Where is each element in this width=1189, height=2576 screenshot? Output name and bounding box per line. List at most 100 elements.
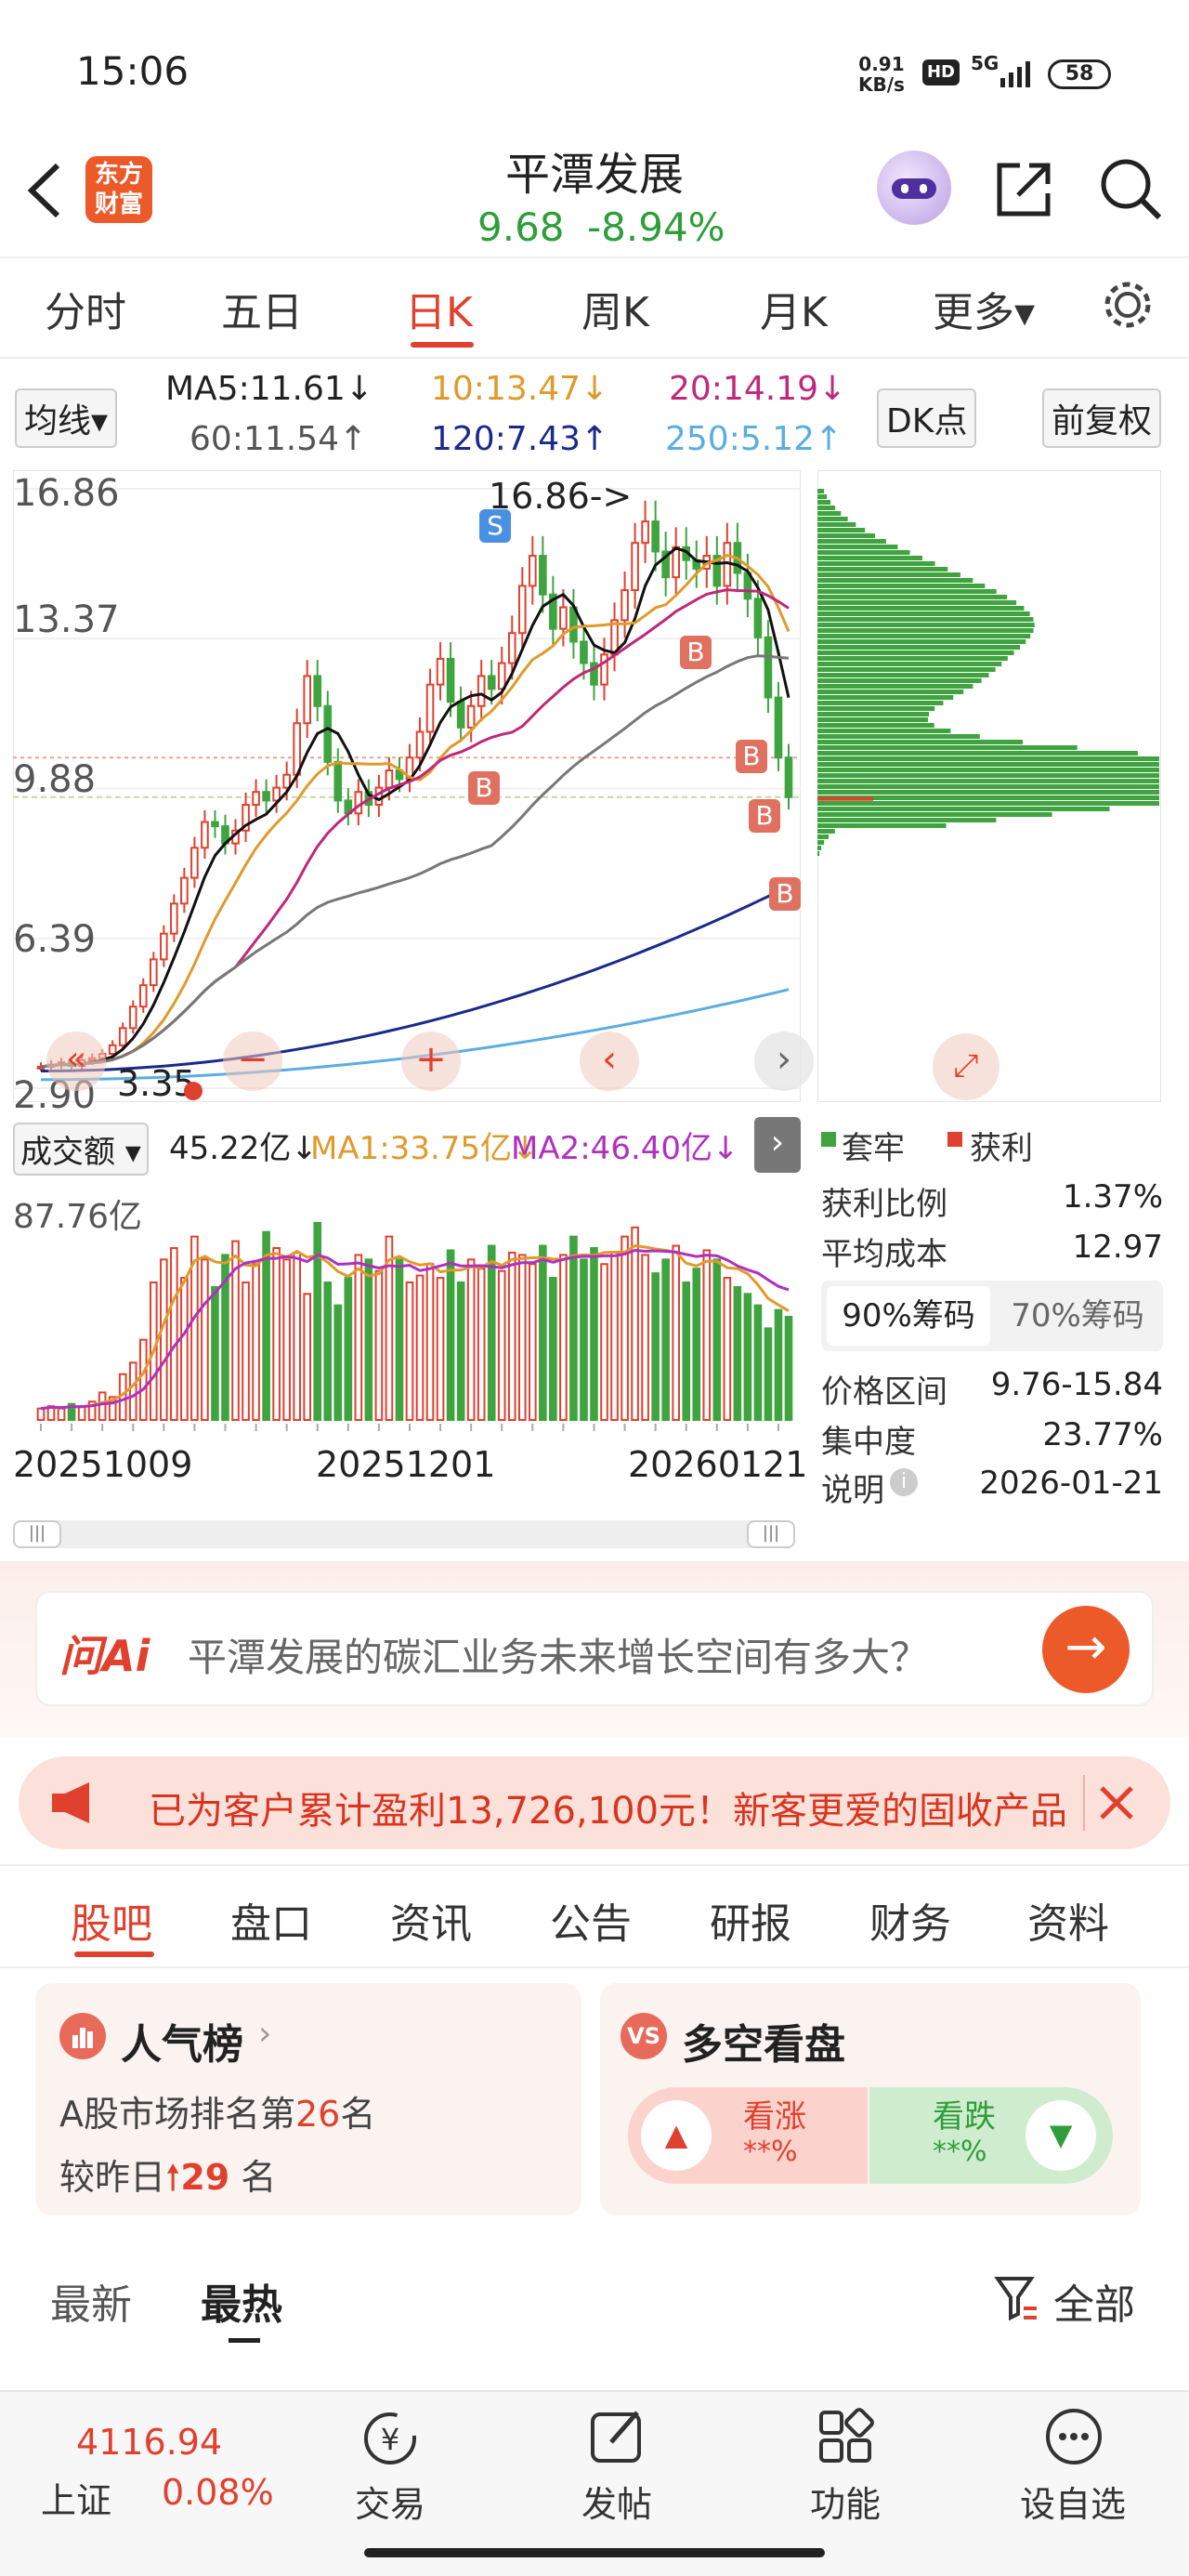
low-marker xyxy=(184,1082,203,1100)
chip-bar xyxy=(817,578,973,583)
volume-bar xyxy=(487,1244,496,1421)
note-label: 说明 xyxy=(821,1472,884,1509)
trade-yen-icon[interactable]: ¥ xyxy=(359,2407,424,2472)
volume-selector[interactable]: 成交额 ▾ xyxy=(13,1123,149,1176)
ma250-label: 250:5.12↑ xyxy=(665,420,843,458)
volume-bar xyxy=(661,1258,670,1422)
search-icon[interactable] xyxy=(1096,154,1165,223)
adjust-button[interactable]: 前复权 xyxy=(1042,388,1162,448)
features-grid-icon[interactable] xyxy=(814,2405,879,2470)
nav-features[interactable]: 功能 xyxy=(810,2476,881,2527)
ma-selector[interactable]: 均线▾ xyxy=(15,388,118,448)
info-icon[interactable]: i xyxy=(890,1468,918,1496)
chip-bar xyxy=(817,812,1052,817)
battery-icon: 58 xyxy=(1048,59,1111,89)
index-value[interactable]: 4116.94 xyxy=(76,2422,222,2463)
volume-bar xyxy=(712,1258,722,1422)
index-name[interactable]: 上证 xyxy=(41,2472,111,2523)
buy-signal-marker[interactable]: B xyxy=(769,877,801,911)
volume-bar xyxy=(364,1258,373,1422)
range-handle-left[interactable]: ||| xyxy=(13,1520,61,1548)
volume-bar xyxy=(323,1281,333,1421)
signal-label: 5G xyxy=(971,52,1000,74)
share-icon[interactable] xyxy=(992,156,1057,221)
tab-finance[interactable]: 财务 xyxy=(869,1890,951,1950)
filter-icon[interactable] xyxy=(994,2273,1039,2323)
buy-signal-marker[interactable]: B xyxy=(680,636,712,669)
tab-70-percent[interactable]: 70%筹码 xyxy=(996,1286,1159,1346)
scroll-left-icon[interactable]: ‹ xyxy=(580,1032,639,1091)
dk-point-button[interactable]: DK点 xyxy=(877,388,977,448)
tab-profile[interactable]: 资料 xyxy=(1027,1890,1109,1950)
volume-bar xyxy=(580,1258,588,1422)
tab-intraday[interactable]: 分时 xyxy=(45,279,126,338)
legend-profit-swatch xyxy=(947,1132,962,1147)
chip-distribution-chart[interactable] xyxy=(817,470,1161,1102)
candle-body xyxy=(753,598,763,638)
settings-gear-icon[interactable] xyxy=(1100,277,1156,333)
tab-90-percent[interactable]: 90%筹码 xyxy=(827,1286,990,1346)
candle-body xyxy=(651,520,660,553)
date-label-3: 20260121 xyxy=(628,1444,808,1485)
candle-body xyxy=(529,555,537,587)
tab-more[interactable]: 更多▾ xyxy=(933,279,1035,338)
ai-robot-icon[interactable] xyxy=(877,151,951,225)
ai-submit-arrow-icon[interactable]: → xyxy=(1042,1606,1130,1693)
range-handle-right[interactable]: ||| xyxy=(747,1520,795,1548)
tab-research[interactable]: 研报 xyxy=(710,1890,791,1950)
scroll-left-fast-icon[interactable]: « xyxy=(46,1032,106,1091)
volume-bar xyxy=(138,1338,148,1422)
volume-bar xyxy=(539,1244,547,1421)
zoom-in-icon[interactable]: + xyxy=(401,1032,461,1091)
tab-five-day[interactable]: 五日 xyxy=(221,279,303,338)
chip-bar xyxy=(817,779,1159,783)
candle-body xyxy=(466,704,476,729)
price-axis-3: 9.88 xyxy=(13,758,97,801)
volume-bar xyxy=(77,1405,86,1421)
chip-bar xyxy=(817,701,944,705)
nav-post[interactable]: 发帖 xyxy=(581,2476,652,2527)
volume-expand-icon[interactable]: › xyxy=(754,1117,801,1173)
nav-watchlist[interactable]: 设自选 xyxy=(1020,2476,1126,2527)
close-icon[interactable] xyxy=(1096,1782,1137,1823)
add-watchlist-icon[interactable] xyxy=(1042,2405,1107,2470)
date-label-2: 20251201 xyxy=(316,1444,496,1485)
buy-signal-marker[interactable]: B xyxy=(749,799,780,833)
tab-guba[interactable]: 股吧 xyxy=(71,1890,152,1950)
expand-icon[interactable]: ⤢ xyxy=(933,1033,1000,1100)
tab-news[interactable]: 资讯 xyxy=(390,1890,472,1950)
ma20-line xyxy=(40,588,790,1069)
index-change[interactable]: 0.08% xyxy=(162,2472,274,2513)
candle-body xyxy=(354,791,363,815)
bearish-down-icon[interactable]: ▼ xyxy=(1026,2100,1096,2171)
tab-announcements[interactable]: 公告 xyxy=(550,1890,632,1950)
candle-body xyxy=(517,585,527,635)
feed-tab-latest[interactable]: 最新 xyxy=(50,2271,132,2331)
filter-all-label[interactable]: 全部 xyxy=(1053,2271,1135,2331)
buy-signal-marker[interactable]: B xyxy=(468,771,500,805)
candle-body xyxy=(477,675,486,707)
sell-signal-marker[interactable]: S xyxy=(479,509,511,543)
scroll-right-icon[interactable]: › xyxy=(754,1032,814,1091)
bearish-label: 看跌 xyxy=(933,2098,996,2136)
ma20-label: 20:14.19↓ xyxy=(669,370,847,408)
feed-tab-hot[interactable]: 最热 xyxy=(201,2271,282,2331)
chip-bar xyxy=(817,823,947,828)
candle-body xyxy=(118,1027,127,1046)
volume-bar xyxy=(692,1268,701,1421)
range-scrollbar[interactable] xyxy=(13,1520,795,1548)
post-edit-icon[interactable] xyxy=(585,2405,650,2470)
tab-daily-k[interactable]: 日K xyxy=(405,279,473,338)
candlestick-chart[interactable] xyxy=(13,470,801,1102)
nav-trade[interactable]: 交易 xyxy=(355,2476,425,2527)
chip-bar xyxy=(817,846,822,850)
tab-weekly-k[interactable]: 周K xyxy=(581,279,649,338)
zoom-out-icon[interactable]: − xyxy=(223,1032,282,1091)
bullish-up-icon[interactable]: ▲ xyxy=(641,2100,712,2171)
header-divider xyxy=(0,256,1189,258)
buy-signal-marker[interactable]: B xyxy=(736,740,767,773)
net-speed: 0.91 KB/s xyxy=(858,53,905,96)
volume-ma1: MA1:33.75亿↓ xyxy=(310,1130,539,1167)
tab-monthly-k[interactable]: 月K xyxy=(760,279,828,338)
tab-order-book[interactable]: 盘口 xyxy=(230,1890,312,1950)
